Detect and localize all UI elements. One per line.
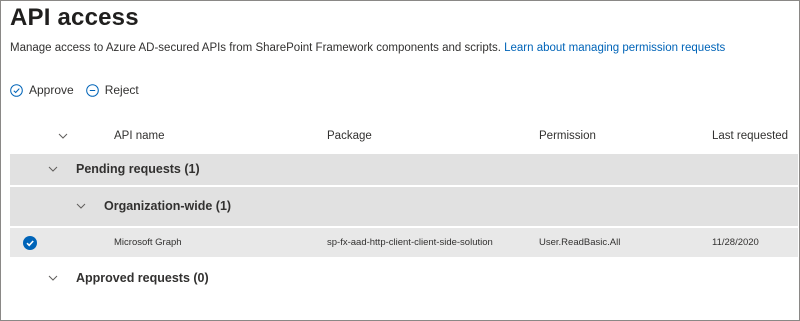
chevron-down-icon[interactable] [76, 203, 86, 210]
column-header-api-name[interactable]: API name [114, 130, 165, 142]
approve-button[interactable]: Approve [10, 83, 74, 97]
list-header: API name Package Permission Last request… [10, 128, 798, 148]
chevron-down-icon[interactable] [48, 275, 58, 282]
page-title: API access [10, 4, 139, 31]
cell-package: sp-fx-aad-http-client-client-side-soluti… [327, 237, 493, 248]
cell-permission: User.ReadBasic.All [539, 237, 621, 248]
table-row[interactable]: Microsoft Graph sp-fx-aad-http-client-cl… [10, 228, 798, 257]
command-bar: Approve Reject [10, 81, 151, 99]
group-pending-requests[interactable]: Pending requests (1) [10, 154, 798, 185]
learn-more-link[interactable]: Learn about managing permission requests [504, 42, 725, 54]
check-circle-icon [10, 83, 23, 97]
page-description: Manage access to Azure AD-secured APIs f… [10, 42, 725, 54]
row-selected-checkbox[interactable] [23, 236, 37, 250]
group-approved-requests[interactable]: Approved requests (0) [10, 263, 798, 294]
minus-circle-icon [85, 83, 99, 97]
collapse-all-chevron-icon[interactable] [58, 133, 68, 140]
checkmark-icon [26, 240, 34, 247]
chevron-down-icon[interactable] [48, 166, 58, 173]
column-header-package[interactable]: Package [327, 130, 372, 142]
cell-last-requested: 11/28/2020 [712, 237, 759, 248]
reject-button[interactable]: Reject [85, 83, 139, 97]
column-header-permission[interactable]: Permission [539, 130, 596, 142]
group-label: Organization-wide (1) [104, 199, 232, 213]
column-header-last-requested[interactable]: Last requested [712, 130, 788, 142]
reject-label: Reject [104, 83, 139, 97]
description-text: Manage access to Azure AD-secured APIs f… [10, 42, 501, 54]
group-label: Pending requests (1) [76, 162, 200, 176]
group-label: Approved requests (0) [76, 271, 209, 285]
cell-api-name: Microsoft Graph [114, 237, 182, 248]
approve-label: Approve [29, 83, 74, 97]
group-organization-wide[interactable]: Organization-wide (1) [10, 187, 798, 226]
